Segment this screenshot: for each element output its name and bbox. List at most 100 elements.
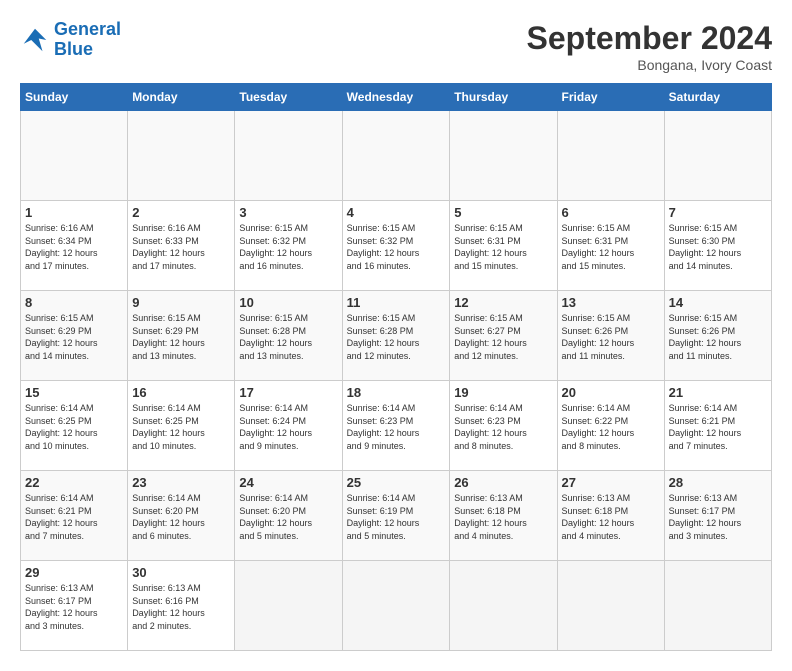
- day-info: Sunrise: 6:14 AMSunset: 6:21 PMDaylight:…: [25, 492, 123, 542]
- week-row-1: [21, 111, 772, 201]
- day-number: 10: [239, 295, 337, 310]
- week-row-1-data: 1 Sunrise: 6:16 AMSunset: 6:34 PMDayligh…: [21, 201, 772, 291]
- day-number: 12: [454, 295, 552, 310]
- day-15: 15 Sunrise: 6:14 AMSunset: 6:25 PMDaylig…: [21, 381, 128, 471]
- day-number: 17: [239, 385, 337, 400]
- day-number: 13: [562, 295, 660, 310]
- col-sunday: Sunday: [21, 84, 128, 111]
- day-2: 2 Sunrise: 6:16 AMSunset: 6:33 PMDayligh…: [128, 201, 235, 291]
- col-monday: Monday: [128, 84, 235, 111]
- empty-cell: [342, 561, 450, 651]
- day-info: Sunrise: 6:13 AMSunset: 6:17 PMDaylight:…: [669, 492, 767, 542]
- day-number: 7: [669, 205, 767, 220]
- day-9: 9 Sunrise: 6:15 AMSunset: 6:29 PMDayligh…: [128, 291, 235, 381]
- day-22: 22 Sunrise: 6:14 AMSunset: 6:21 PMDaylig…: [21, 471, 128, 561]
- week-row-3: 15 Sunrise: 6:14 AMSunset: 6:25 PMDaylig…: [21, 381, 772, 471]
- empty-cell: [664, 111, 771, 201]
- day-29: 29 Sunrise: 6:13 AMSunset: 6:17 PMDaylig…: [21, 561, 128, 651]
- day-info: Sunrise: 6:16 AMSunset: 6:33 PMDaylight:…: [132, 222, 230, 272]
- day-7: 7 Sunrise: 6:15 AMSunset: 6:30 PMDayligh…: [664, 201, 771, 291]
- day-number: 19: [454, 385, 552, 400]
- day-info: Sunrise: 6:15 AMSunset: 6:32 PMDaylight:…: [239, 222, 337, 272]
- page-header: General Blue September 2024 Bongana, Ivo…: [20, 20, 772, 73]
- day-info: Sunrise: 6:14 AMSunset: 6:25 PMDaylight:…: [132, 402, 230, 452]
- day-number: 2: [132, 205, 230, 220]
- day-info: Sunrise: 6:14 AMSunset: 6:20 PMDaylight:…: [132, 492, 230, 542]
- day-10: 10 Sunrise: 6:15 AMSunset: 6:28 PMDaylig…: [235, 291, 342, 381]
- day-info: Sunrise: 6:14 AMSunset: 6:19 PMDaylight:…: [347, 492, 446, 542]
- day-info: Sunrise: 6:15 AMSunset: 6:28 PMDaylight:…: [239, 312, 337, 362]
- col-thursday: Thursday: [450, 84, 557, 111]
- calendar-table: Sunday Monday Tuesday Wednesday Thursday…: [20, 83, 772, 651]
- day-number: 29: [25, 565, 123, 580]
- col-saturday: Saturday: [664, 84, 771, 111]
- day-info: Sunrise: 6:15 AMSunset: 6:31 PMDaylight:…: [562, 222, 660, 272]
- logo: General Blue: [20, 20, 121, 60]
- empty-cell: [235, 561, 342, 651]
- day-info: Sunrise: 6:16 AMSunset: 6:34 PMDaylight:…: [25, 222, 123, 272]
- day-number: 23: [132, 475, 230, 490]
- empty-cell: [342, 111, 450, 201]
- day-number: 18: [347, 385, 446, 400]
- day-number: 8: [25, 295, 123, 310]
- day-20: 20 Sunrise: 6:14 AMSunset: 6:22 PMDaylig…: [557, 381, 664, 471]
- day-18: 18 Sunrise: 6:14 AMSunset: 6:23 PMDaylig…: [342, 381, 450, 471]
- day-number: 11: [347, 295, 446, 310]
- empty-cell: [450, 561, 557, 651]
- empty-cell: [128, 111, 235, 201]
- col-friday: Friday: [557, 84, 664, 111]
- day-23: 23 Sunrise: 6:14 AMSunset: 6:20 PMDaylig…: [128, 471, 235, 561]
- day-info: Sunrise: 6:15 AMSunset: 6:26 PMDaylight:…: [562, 312, 660, 362]
- week-row-2: 8 Sunrise: 6:15 AMSunset: 6:29 PMDayligh…: [21, 291, 772, 381]
- day-1: 1 Sunrise: 6:16 AMSunset: 6:34 PMDayligh…: [21, 201, 128, 291]
- empty-cell: [235, 111, 342, 201]
- day-14: 14 Sunrise: 6:15 AMSunset: 6:26 PMDaylig…: [664, 291, 771, 381]
- day-info: Sunrise: 6:15 AMSunset: 6:28 PMDaylight:…: [347, 312, 446, 362]
- empty-cell: [557, 561, 664, 651]
- day-number: 9: [132, 295, 230, 310]
- col-wednesday: Wednesday: [342, 84, 450, 111]
- empty-cell: [21, 111, 128, 201]
- day-info: Sunrise: 6:13 AMSunset: 6:16 PMDaylight:…: [132, 582, 230, 632]
- day-24: 24 Sunrise: 6:14 AMSunset: 6:20 PMDaylig…: [235, 471, 342, 561]
- day-number: 28: [669, 475, 767, 490]
- day-info: Sunrise: 6:13 AMSunset: 6:18 PMDaylight:…: [562, 492, 660, 542]
- day-number: 16: [132, 385, 230, 400]
- day-number: 20: [562, 385, 660, 400]
- day-number: 30: [132, 565, 230, 580]
- day-16: 16 Sunrise: 6:14 AMSunset: 6:25 PMDaylig…: [128, 381, 235, 471]
- logo-icon: [20, 25, 50, 55]
- day-19: 19 Sunrise: 6:14 AMSunset: 6:23 PMDaylig…: [450, 381, 557, 471]
- empty-cell: [450, 111, 557, 201]
- day-number: 22: [25, 475, 123, 490]
- day-6: 6 Sunrise: 6:15 AMSunset: 6:31 PMDayligh…: [557, 201, 664, 291]
- day-26: 26 Sunrise: 6:13 AMSunset: 6:18 PMDaylig…: [450, 471, 557, 561]
- calendar-header-row: Sunday Monday Tuesday Wednesday Thursday…: [21, 84, 772, 111]
- day-info: Sunrise: 6:15 AMSunset: 6:29 PMDaylight:…: [25, 312, 123, 362]
- day-number: 15: [25, 385, 123, 400]
- empty-cell: [557, 111, 664, 201]
- day-3: 3 Sunrise: 6:15 AMSunset: 6:32 PMDayligh…: [235, 201, 342, 291]
- day-28: 28 Sunrise: 6:13 AMSunset: 6:17 PMDaylig…: [664, 471, 771, 561]
- day-number: 4: [347, 205, 446, 220]
- day-30: 30 Sunrise: 6:13 AMSunset: 6:16 PMDaylig…: [128, 561, 235, 651]
- day-info: Sunrise: 6:13 AMSunset: 6:18 PMDaylight:…: [454, 492, 552, 542]
- title-block: September 2024 Bongana, Ivory Coast: [527, 20, 772, 73]
- day-number: 14: [669, 295, 767, 310]
- day-number: 26: [454, 475, 552, 490]
- day-number: 25: [347, 475, 446, 490]
- day-info: Sunrise: 6:15 AMSunset: 6:29 PMDaylight:…: [132, 312, 230, 362]
- day-27: 27 Sunrise: 6:13 AMSunset: 6:18 PMDaylig…: [557, 471, 664, 561]
- day-info: Sunrise: 6:15 AMSunset: 6:26 PMDaylight:…: [669, 312, 767, 362]
- day-info: Sunrise: 6:15 AMSunset: 6:30 PMDaylight:…: [669, 222, 767, 272]
- day-info: Sunrise: 6:15 AMSunset: 6:27 PMDaylight:…: [454, 312, 552, 362]
- month-title: September 2024: [527, 20, 772, 57]
- day-number: 5: [454, 205, 552, 220]
- day-17: 17 Sunrise: 6:14 AMSunset: 6:24 PMDaylig…: [235, 381, 342, 471]
- day-number: 6: [562, 205, 660, 220]
- day-25: 25 Sunrise: 6:14 AMSunset: 6:19 PMDaylig…: [342, 471, 450, 561]
- day-number: 1: [25, 205, 123, 220]
- day-info: Sunrise: 6:15 AMSunset: 6:32 PMDaylight:…: [347, 222, 446, 272]
- day-info: Sunrise: 6:14 AMSunset: 6:23 PMDaylight:…: [454, 402, 552, 452]
- day-info: Sunrise: 6:14 AMSunset: 6:23 PMDaylight:…: [347, 402, 446, 452]
